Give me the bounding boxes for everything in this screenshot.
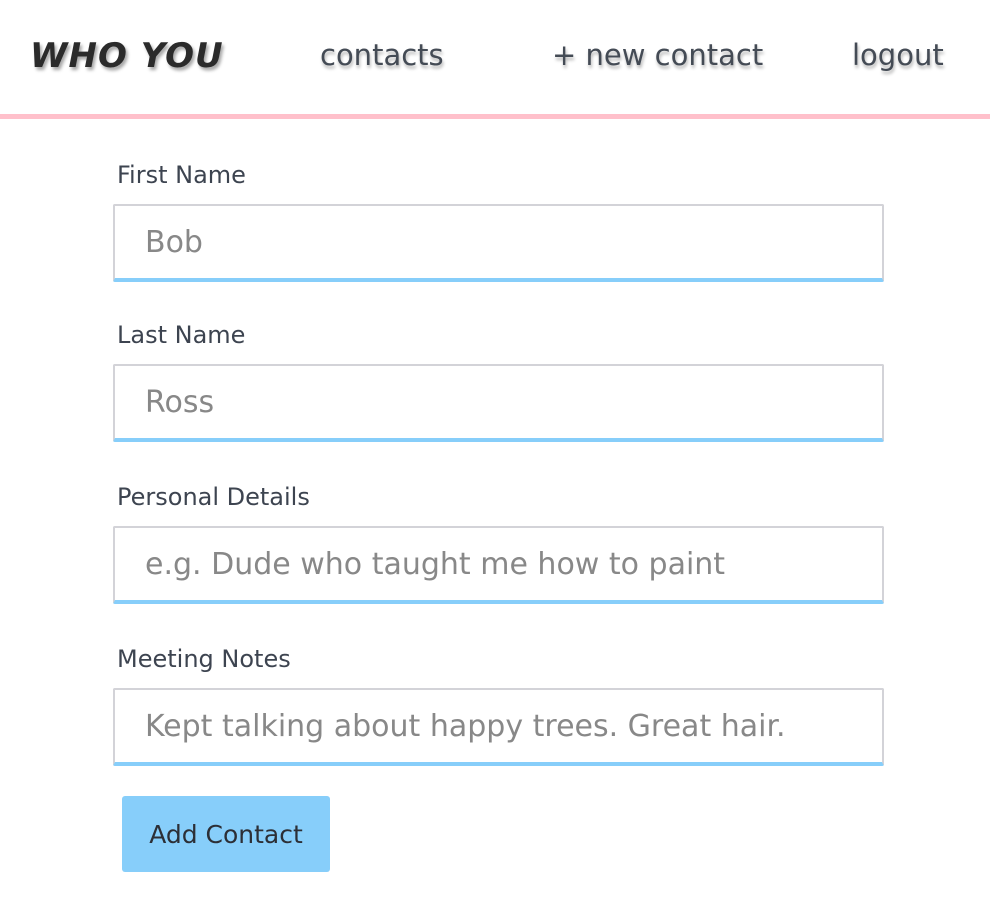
personal-details-input[interactable] [113,526,884,604]
last-name-input[interactable] [113,364,884,442]
last-name-label: Last Name [117,321,246,349]
meeting-notes-label: Meeting Notes [117,645,291,673]
last-name-group: Last Name [113,320,884,482]
brand-logo[interactable]: WHO YOU [30,36,224,76]
add-contact-button[interactable]: Add Contact [122,796,330,872]
personal-details-group: Personal Details [113,482,884,644]
new-contact-form: First Name Last Name Personal Details Me… [113,160,884,806]
top-navbar: WHO YOU contacts + new contact logout [0,0,990,119]
meeting-notes-group: Meeting Notes [113,644,884,806]
meeting-notes-input[interactable] [113,688,884,766]
nav-new-contact-link[interactable]: + new contact [552,38,763,72]
nav-logout-link[interactable]: logout [852,38,944,72]
first-name-label: First Name [117,161,246,189]
first-name-group: First Name [113,160,884,320]
first-name-input[interactable] [113,204,884,282]
personal-details-label: Personal Details [117,483,310,511]
nav-contacts-link[interactable]: contacts [320,38,444,72]
